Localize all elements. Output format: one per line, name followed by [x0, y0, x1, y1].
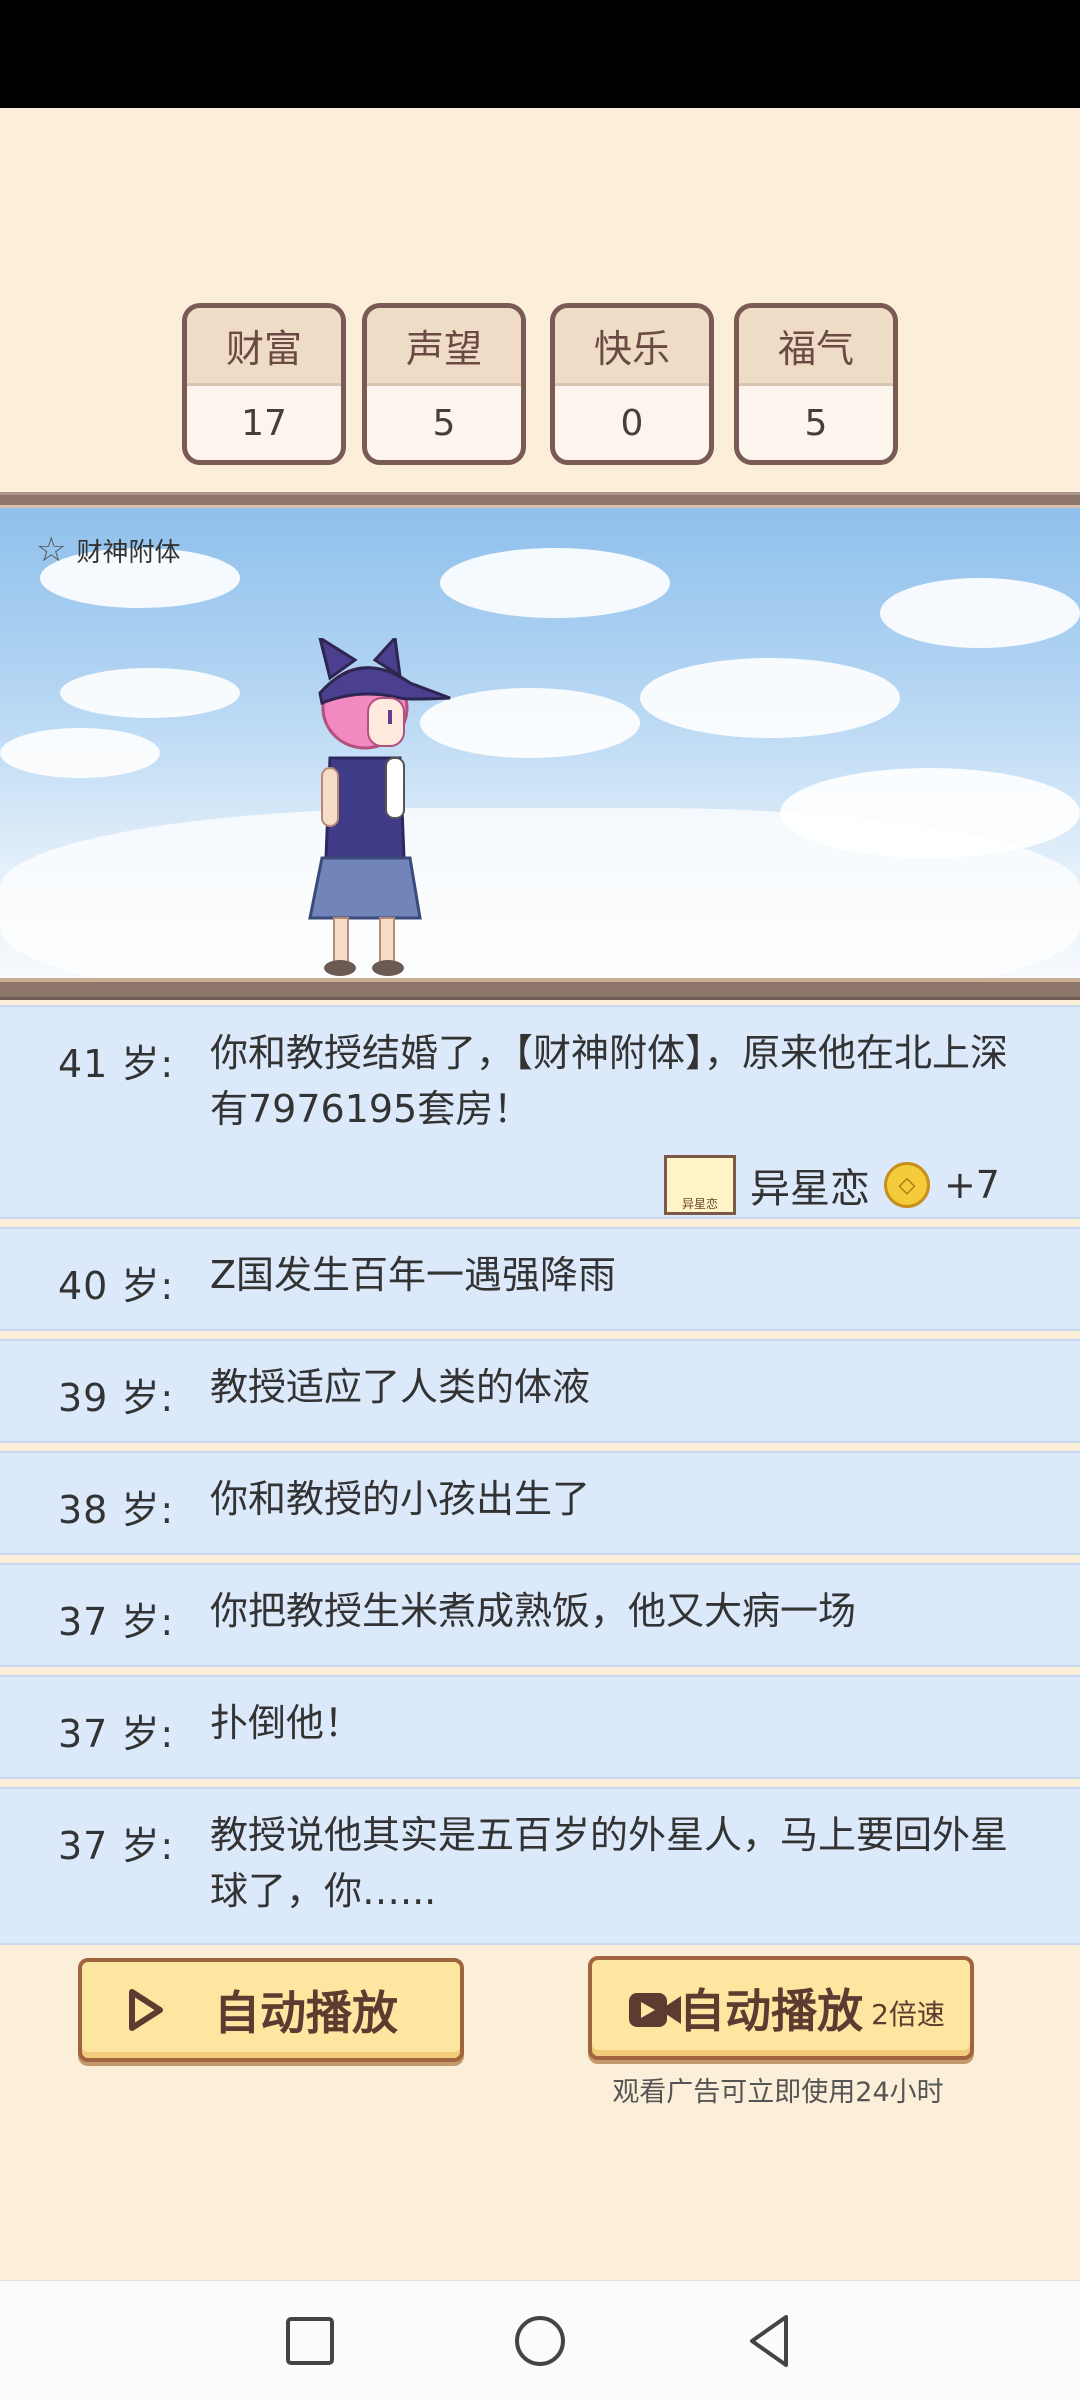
reward-row: 异星恋 异星恋 ◇ +7 — [663, 1155, 1000, 1215]
stat-value: 5 — [432, 402, 456, 444]
game-scene: ☆ 财神附体 — [0, 508, 1080, 978]
home-icon[interactable] — [510, 2311, 570, 2371]
log-item: 40 岁: Z国发生百年一遇强降雨 — [0, 1227, 1080, 1331]
system-nav-bar — [0, 2280, 1080, 2400]
stat-label: 福气 — [739, 308, 893, 386]
stat-happiness: 快乐 0 — [550, 303, 714, 465]
log-age: 40 岁: — [58, 1264, 175, 1308]
back-icon[interactable] — [740, 2311, 800, 2371]
log-item: 37 岁: 你把教授生米煮成熟饭，他又大病一场 — [0, 1563, 1080, 1667]
player-character — [308, 638, 451, 976]
log-text: 教授说他其实是五百岁的外星人，马上要回外星球了，你…... — [210, 1813, 1009, 1913]
stat-value: 0 — [620, 402, 644, 444]
stat-fortune: 福气 5 — [734, 303, 898, 465]
scene-frame-top — [0, 492, 1080, 508]
stat-wealth: 财富 17 — [182, 303, 346, 465]
star-icon: ☆ — [36, 530, 67, 570]
log-age: 37 岁: — [58, 1600, 175, 1644]
log-item: 39 岁: 教授适应了人类的体液 — [0, 1339, 1080, 1443]
scene-frame-bottom — [0, 978, 1080, 1000]
log-age: 37 岁: — [58, 1712, 175, 1756]
stat-label: 财富 — [187, 308, 341, 386]
ad-note: 观看广告可立即使用24小时 — [612, 2077, 944, 2108]
buff-label: 财神附体 — [76, 537, 181, 568]
speed-label: 2倍速 — [871, 1998, 945, 2031]
log-item: 37 岁: 教授说他其实是五百岁的外星人，马上要回外星球了，你…... — [0, 1787, 1080, 1945]
recent-apps-icon[interactable] — [280, 2311, 340, 2371]
stat-value: 5 — [804, 402, 828, 444]
alien-romance-badge-icon: 异星恋 — [663, 1155, 736, 1215]
video-ad-icon — [629, 1993, 681, 2027]
stat-value: 17 — [241, 402, 287, 444]
auto-play-2x-button[interactable]: 自动播放 2倍速 — [588, 1956, 974, 2060]
status-bar — [0, 0, 1080, 108]
log-text: 你和教授的小孩出生了 — [210, 1477, 591, 1521]
buff-indicator: ☆ 财神附体 — [36, 530, 181, 570]
play-icon — [129, 1989, 163, 2031]
log-age: 39 岁: — [58, 1376, 175, 1420]
auto-play-ad-label: 自动播放 — [679, 1984, 864, 2038]
log-text: 你把教授生米煮成熟饭，他又大病一场 — [210, 1589, 857, 1633]
reward-amount: +7 — [943, 1163, 1000, 1207]
log-age: 37 岁: — [58, 1824, 175, 1868]
log-item: 37 岁: 扑倒他！ — [0, 1675, 1080, 1779]
auto-play-label: 自动播放 — [214, 1986, 398, 2040]
stat-label: 快乐 — [555, 308, 709, 386]
stats-panel: 财富 17 声望 5 快乐 0 福气 5 — [0, 303, 1080, 465]
log-age: 38 岁: — [58, 1488, 175, 1532]
log-text: 教授适应了人类的体液 — [210, 1365, 591, 1409]
log-item: 38 岁: 你和教授的小孩出生了 — [0, 1451, 1080, 1555]
coin-icon: ◇ — [883, 1162, 930, 1208]
log-item: 41 岁: 你和教授结婚了，【财神附体】，原来他在北上深有7976195套房！ … — [0, 1005, 1080, 1219]
stat-reputation: 声望 5 — [362, 303, 526, 465]
log-text: Z国发生百年一遇强降雨 — [210, 1253, 617, 1297]
log-text: 扑倒他！ — [210, 1701, 363, 1745]
stat-label: 声望 — [367, 308, 521, 386]
auto-play-button[interactable]: 自动播放 — [78, 1958, 464, 2062]
reward-name: 异星恋 — [749, 1166, 870, 1212]
log-age: 41 岁: — [58, 1042, 175, 1086]
